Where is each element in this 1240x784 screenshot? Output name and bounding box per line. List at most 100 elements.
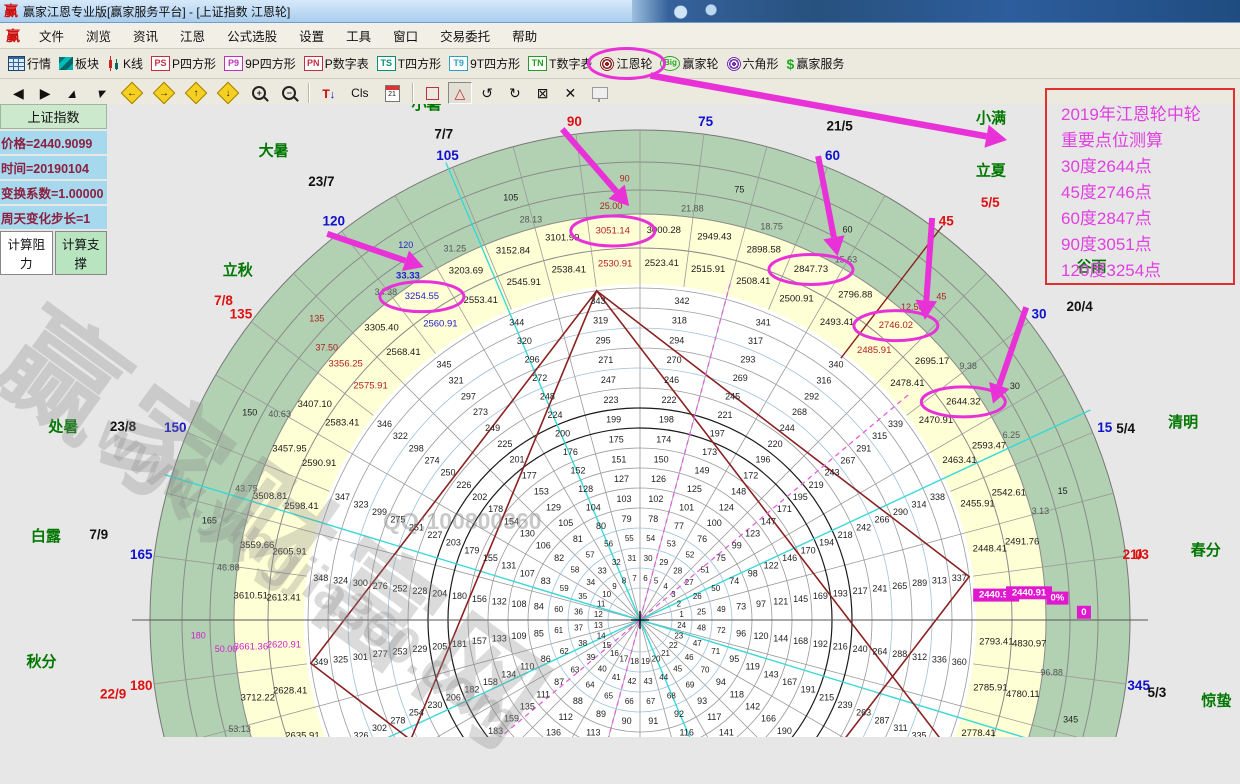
toolbar-item-p-number-table[interactable]: PNP数字表: [300, 52, 373, 75]
svg-text:150: 150: [242, 407, 257, 417]
menu-item-7[interactable]: 窗口: [382, 27, 429, 47]
svg-text:120: 120: [323, 213, 346, 228]
svg-text:45: 45: [939, 213, 955, 228]
svg-text:165: 165: [130, 547, 153, 562]
svg-text:315: 315: [872, 431, 887, 441]
svg-text:26: 26: [693, 592, 702, 601]
svg-text:175: 175: [609, 435, 624, 445]
toolbar-item-winner-service[interactable]: $赢家服务: [783, 52, 849, 75]
toolbar-item-winner-wheel[interactable]: Big赢家轮: [656, 52, 722, 75]
svg-text:67: 67: [646, 697, 655, 706]
tool-cls[interactable]: Cls: [344, 82, 375, 104]
svg-text:5/3: 5/3: [1148, 685, 1167, 700]
menu-item-2[interactable]: 资讯: [122, 27, 169, 47]
calc-resistance-button[interactable]: 计算阻力: [0, 231, 53, 275]
svg-text:立夏: 立夏: [976, 161, 1007, 179]
tool-rect-tool[interactable]: [419, 82, 446, 104]
svg-text:80: 80: [596, 521, 606, 531]
svg-text:68: 68: [667, 691, 676, 700]
svg-text:276: 276: [373, 581, 388, 591]
tool-zoom-out[interactable]: −: [275, 82, 303, 104]
app-logo-icon: 赢: [4, 1, 18, 21]
svg-text:319: 319: [593, 316, 608, 326]
tool-pan-right[interactable]: →: [149, 82, 179, 104]
svg-text:2628.41: 2628.41: [273, 686, 307, 697]
svg-text:318: 318: [672, 316, 687, 326]
calc-support-button[interactable]: 计算支撑: [55, 231, 108, 275]
tool-pan-left[interactable]: ←: [117, 82, 147, 104]
annotation-line-0: 2019年江恩轮中轮: [1061, 102, 1233, 128]
tool-pan-down[interactable]: ↓: [213, 82, 243, 104]
svg-text:143: 143: [764, 669, 779, 679]
svg-text:239: 239: [838, 700, 853, 710]
svg-text:16: 16: [610, 649, 619, 658]
tool-boxed-x[interactable]: ⊠: [530, 82, 556, 104]
svg-text:167: 167: [782, 677, 797, 687]
sectors-icon: [59, 57, 73, 70]
window-title: 赢家江恩专业版[赢家服务平台] - [上证指数 江恩轮]: [23, 3, 290, 20]
svg-text:225: 225: [497, 439, 512, 449]
menu-item-1[interactable]: 浏览: [75, 27, 122, 47]
menu-item-4[interactable]: 公式选股: [216, 27, 288, 47]
tool-center-tool[interactable]: ✕: [557, 82, 583, 104]
menu-item-5[interactable]: 设置: [288, 27, 335, 47]
svg-text:157: 157: [472, 636, 487, 646]
svg-text:340: 340: [829, 360, 844, 370]
svg-text:20/4: 20/4: [1066, 299, 1093, 314]
tool-calendar[interactable]: 21: [378, 82, 407, 104]
menu-item-0[interactable]: 文件: [28, 27, 75, 47]
svg-text:205: 205: [432, 641, 447, 651]
tool-flag-up[interactable]: ▲: [60, 82, 87, 104]
toolbar-item-kline[interactable]: K线: [103, 52, 147, 75]
svg-text:3000.28: 3000.28: [647, 225, 681, 236]
svg-text:192: 192: [813, 639, 828, 649]
toolbar-item-market[interactable]: 行情: [4, 52, 55, 75]
toolbar-item-label: T数字表: [549, 55, 592, 72]
tool-zoom-in[interactable]: +: [245, 82, 273, 104]
tool-triangle-tool[interactable]: △: [448, 82, 473, 104]
tool-page-right[interactable]: ▶: [33, 82, 58, 104]
svg-text:36: 36: [574, 607, 583, 616]
svg-text:白露: 白露: [31, 527, 62, 545]
triangle-tool-icon: △: [455, 85, 466, 102]
toolbar-item-hexagon[interactable]: 六角形: [723, 52, 783, 75]
tool-flag-down[interactable]: ▼: [88, 82, 115, 104]
price-row: 价格=2440.9099: [0, 131, 107, 154]
toolbar-item-p-square[interactable]: PSP四方形: [147, 52, 220, 75]
menu-item-9[interactable]: 帮助: [501, 27, 548, 47]
svg-text:95: 95: [729, 654, 739, 664]
svg-text:2635.91: 2635.91: [285, 731, 319, 737]
menu-item-6[interactable]: 工具: [335, 27, 382, 47]
menu-item-3[interactable]: 江恩: [169, 27, 216, 47]
menu-item-8[interactable]: 交易委托: [429, 27, 501, 47]
svg-text:2542.61: 2542.61: [992, 488, 1026, 499]
toolbar-item-t-square[interactable]: TST四方形: [373, 52, 445, 75]
toolbar-item-9t-square[interactable]: T99T四方形: [445, 52, 524, 75]
svg-text:22/9: 22/9: [100, 687, 126, 702]
svg-text:301: 301: [353, 652, 368, 662]
toolbar-item-t-number-table[interactable]: TNT数字表: [524, 52, 596, 75]
toolbar-item-gann-wheel[interactable]: 江恩轮: [596, 52, 656, 75]
boxed-x-icon: ⊠: [537, 85, 549, 102]
toolbar-item-sectors[interactable]: 板块: [55, 52, 103, 75]
svg-text:136: 136: [546, 728, 561, 737]
svg-text:130: 130: [520, 529, 535, 539]
tool-rotate-ccw[interactable]: ↺: [474, 82, 500, 104]
tool-rotate-cw[interactable]: ↻: [502, 82, 528, 104]
tool-presentation[interactable]: [585, 82, 615, 104]
info-panel: 上证指数 价格=2440.9099 时间=20190104 变换系数=1.000…: [0, 104, 107, 275]
svg-text:179: 179: [464, 545, 479, 555]
svg-text:37: 37: [574, 624, 583, 633]
svg-text:2485.91: 2485.91: [857, 345, 891, 356]
svg-text:75: 75: [734, 184, 744, 194]
svg-text:44: 44: [659, 673, 668, 682]
tool-page-left[interactable]: ◀: [6, 82, 31, 104]
tool-pan-up[interactable]: ↑: [181, 82, 211, 104]
tool-flip-vertical[interactable]: T↓: [315, 82, 342, 104]
svg-text:84: 84: [534, 602, 544, 612]
svg-text:344: 344: [509, 318, 524, 328]
svg-text:219: 219: [809, 480, 824, 490]
svg-text:3356.25: 3356.25: [328, 359, 362, 370]
toolbar-item-9p-square[interactable]: P99P四方形: [220, 52, 300, 75]
svg-text:146: 146: [782, 553, 797, 563]
